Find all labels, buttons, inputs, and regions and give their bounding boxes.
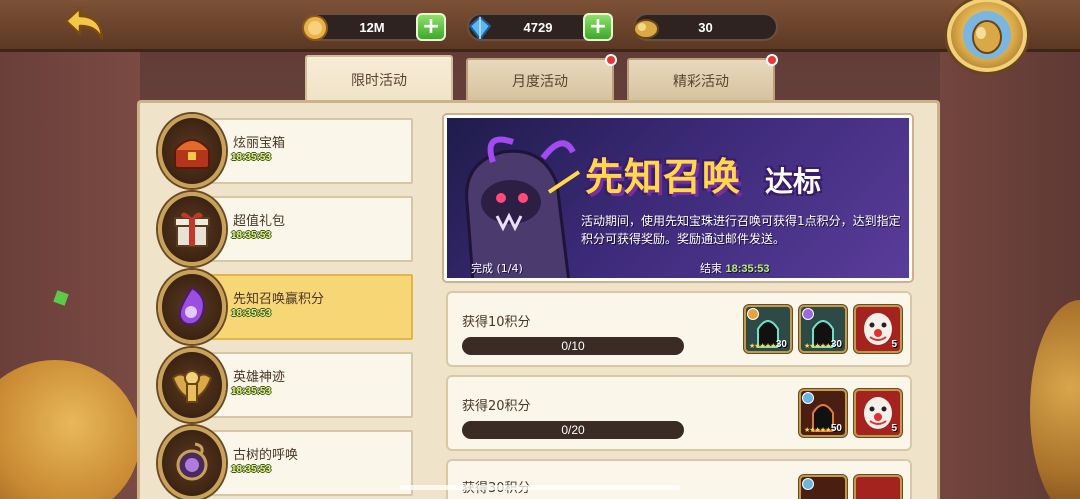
banner-description: 活动期间，使用先知宝珠进行召唤可获得1点积分，达到指定积分可获得奖励。奖励通过邮… bbox=[581, 214, 901, 246]
banner-progress: 完成 (1/4) bbox=[471, 262, 523, 275]
reward-count: 50 bbox=[830, 423, 842, 434]
back-button[interactable] bbox=[60, 4, 108, 44]
reward-count: 5 bbox=[891, 423, 897, 434]
task-row: 获得30积分 bbox=[446, 459, 912, 499]
avatar-portrait-icon bbox=[963, 11, 1011, 59]
reward-count: 30 bbox=[775, 339, 787, 350]
task-row: 获得20积分 0/20 ★★★★★ 50 5 bbox=[446, 375, 912, 451]
task-row: 获得10积分 0/10 ★★★★★ 30 ★★★★★ 30 5 bbox=[446, 291, 912, 367]
ancient-tree-icon bbox=[158, 426, 226, 499]
task-progress-bar: 0/20 bbox=[462, 421, 684, 439]
sidebar-item-label: 先知召唤赢积分 bbox=[233, 292, 325, 307]
summon-scroll-icon bbox=[631, 13, 661, 43]
sidebar-item-dazzling-chest[interactable]: 炫丽宝箱 18:35:53 bbox=[155, 114, 413, 188]
sidebar-item-ancient-tree[interactable]: 古树的呼唤 18:35:53 bbox=[155, 426, 413, 499]
sidebar-item-hero-miracle[interactable]: 英雄神迹 18:35:53 bbox=[155, 348, 413, 422]
sidebar-item-label: 古树的呼唤 bbox=[233, 448, 299, 463]
banner-end-time: 结束 18:35:53 bbox=[700, 260, 770, 276]
sidebar-item-label: 英雄神迹 bbox=[233, 370, 286, 385]
player-avatar[interactable] bbox=[947, 0, 1027, 72]
golden-angel-icon bbox=[158, 348, 226, 422]
sidebar-item-value-pack[interactable]: 超值礼包 18:35:53 bbox=[155, 192, 413, 266]
tab-featured-events[interactable]: 精彩活动 bbox=[627, 54, 778, 102]
tab-label: 限时活动 bbox=[351, 73, 407, 89]
tab-label: 精彩活动 bbox=[673, 74, 729, 90]
notification-dot bbox=[766, 54, 778, 66]
tab-label: 月度活动 bbox=[512, 74, 568, 90]
reward-clown-mask[interactable] bbox=[854, 475, 902, 499]
sidebar-item-timer: 18:35:53 bbox=[231, 230, 272, 241]
gold-coin-icon bbox=[300, 13, 330, 43]
task-label: 获得20积分 bbox=[462, 399, 531, 414]
gem-counter: 4729 + bbox=[465, 13, 613, 43]
notification-dot bbox=[605, 54, 617, 66]
token-counter: 30 bbox=[633, 13, 778, 41]
task-progress-bar: 0/10 bbox=[462, 337, 684, 355]
sidebar-item-label: 超值礼包 bbox=[233, 214, 286, 229]
tab-monthly-events[interactable]: 月度活动 bbox=[466, 54, 617, 102]
event-sidebar: 炫丽宝箱 18:35:53 超值礼包 18:35:53 先知召唤赢积分 18:3… bbox=[155, 114, 417, 499]
reward-hero-shard[interactable]: ★★★★★ 30 bbox=[744, 305, 792, 353]
end-label: 结束 bbox=[700, 262, 722, 275]
home-indicator[interactable] bbox=[400, 485, 680, 490]
reward-stars: ★★★★★ bbox=[804, 342, 831, 350]
gift-box-icon bbox=[158, 192, 226, 266]
add-gems-button[interactable]: + bbox=[583, 13, 613, 41]
reward-hero-shard[interactable] bbox=[799, 475, 847, 499]
reward-clown-mask[interactable]: 5 bbox=[854, 389, 902, 437]
treasure-chest-icon bbox=[158, 114, 226, 188]
back-arrow-icon bbox=[64, 6, 104, 41]
reward-stars: ★★★★★ bbox=[804, 426, 831, 434]
reward-count: 5 bbox=[891, 339, 897, 350]
gold-counter: 12M + bbox=[300, 13, 446, 43]
prophet-monster-illustration bbox=[465, 136, 581, 278]
sidebar-item-timer: 18:35:53 bbox=[231, 386, 272, 397]
sidebar-item-timer: 18:35:53 bbox=[231, 308, 272, 319]
prophet-orb-icon bbox=[158, 270, 226, 344]
task-progress-text: 0/10 bbox=[561, 339, 585, 353]
task-label: 获得10积分 bbox=[462, 315, 531, 330]
add-gold-button[interactable]: + bbox=[416, 13, 446, 41]
reward-stars: ★★★★★ bbox=[749, 342, 776, 350]
tab-limited-events[interactable]: 限时活动 bbox=[305, 55, 453, 103]
task-progress-text: 0/20 bbox=[561, 423, 585, 437]
sidebar-item-label: 炫丽宝箱 bbox=[233, 136, 286, 151]
event-banner: 先知召唤 达标 活动期间，使用先知宝珠进行召唤可获得1点积分，达到指定积分可获得… bbox=[444, 115, 912, 281]
reward-hero-shard[interactable]: ★★★★★ 50 bbox=[799, 389, 847, 437]
sidebar-item-timer: 18:35:53 bbox=[231, 152, 272, 163]
reward-clown-mask[interactable]: 5 bbox=[854, 305, 902, 353]
element-badge-icon bbox=[802, 478, 814, 490]
reward-hero-shard[interactable]: ★★★★★ 30 bbox=[799, 305, 847, 353]
reward-count: 30 bbox=[830, 339, 842, 350]
end-time-value: 18:35:53 bbox=[725, 263, 770, 275]
banner-title-suffix: 达标 bbox=[765, 165, 822, 198]
sidebar-item-timer: 18:35:53 bbox=[231, 464, 272, 475]
banner-title: 先知召唤 bbox=[585, 155, 742, 199]
sidebar-item-prophet-summon[interactable]: 先知召唤赢积分 18:35:53 bbox=[155, 270, 413, 344]
diamond-icon bbox=[465, 13, 495, 43]
